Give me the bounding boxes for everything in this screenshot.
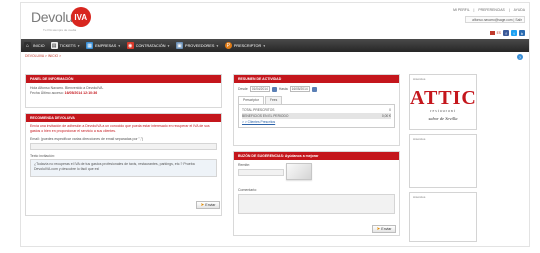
activity-panel: RESUMEN DE ACTIVIDAD Desde 01/04/2014 Ha…: [233, 74, 400, 146]
envelope-icon: [286, 163, 312, 180]
attic-tagline: sabor de Sevilla: [428, 116, 458, 121]
last-access-value: 16/05/2014 12:10:36: [64, 91, 98, 95]
ad-label: Anuncios: [413, 195, 426, 199]
date-range: Desde 01/04/2014 Hasta 16/05/2014: [238, 86, 395, 92]
email-label: Email: (puedes especificar varias direcc…: [30, 137, 144, 142]
user-email: alfonso.navarro@sage.com: [472, 17, 513, 22]
chevron-down-icon: ▼: [215, 43, 219, 48]
activity-tabs: Prescriptor Fees: [238, 96, 395, 104]
nav-item-inicio[interactable]: ⌂ INICIO: [24, 42, 45, 49]
language-label[interactable]: ES: [497, 31, 501, 35]
recommend-panel: RECOMIENDA DEVOLUIVA Envía una invitació…: [25, 113, 222, 216]
comment-label: Comentario:: [238, 188, 258, 192]
nav-item-tickets[interactable]: ▤ TICKETS ▼: [50, 42, 81, 49]
invitation-textarea[interactable]: ¿Todavía no recuperas el IVA de tus gast…: [30, 159, 217, 178]
brand-logo[interactable]: Devolu IVA: [31, 7, 91, 27]
comment-field[interactable]: [238, 194, 395, 214]
chevron-down-icon: ▼: [167, 43, 171, 48]
calendar-icon[interactable]: [311, 86, 317, 92]
activity-panel-title: RESUMEN DE ACTIVIDAD: [234, 75, 399, 83]
activity-stats: TOTAL PRESCRITOS 0 BENEFICIOS EN EL PERI…: [238, 104, 395, 128]
suggestions-panel-title: BUZÓN DE SUGERENCIAS: Ayúdanos a mejorar: [234, 152, 399, 160]
arrow-right-icon: ➤: [200, 202, 205, 207]
nav-label: TICKETS: [59, 43, 76, 48]
help-icon[interactable]: ?: [517, 54, 523, 60]
tab-fees[interactable]: Fees: [264, 96, 283, 104]
page-frame: Devolu IVA Tu IVA siempre de vuelta MI P…: [20, 2, 530, 247]
lang-social: ES f t b: [489, 30, 525, 36]
to-label: Hasta: [278, 86, 288, 91]
calendar-icon[interactable]: [271, 86, 277, 92]
top-links: MI PERFIL | PREFERENCIAS | AYUDA: [453, 8, 525, 12]
help-link[interactable]: AYUDA: [514, 8, 525, 12]
nav-label: EMPRESAS: [95, 43, 117, 48]
nav-label: CONTRATACIÓN: [135, 43, 166, 48]
email-field[interactable]: [30, 143, 217, 151]
from-date-input[interactable]: 01/04/2014: [249, 86, 270, 92]
nav-item-contratacion[interactable]: ◉ CONTRATACIÓN ▼: [126, 42, 171, 49]
nav-item-proveedores[interactable]: ▣ PROVEEDORES ▼: [176, 42, 219, 49]
attic-logo: ATTIC: [410, 87, 477, 109]
from-label: Desde: [238, 86, 248, 91]
brand-tagline: Tu IVA siempre de vuelta: [43, 28, 77, 32]
nav-item-prescriptor[interactable]: P PRESCRIPTOR ▼: [224, 42, 266, 49]
twitter-icon[interactable]: t: [511, 30, 517, 36]
prescribed-clients-link[interactable]: > > Clientes Prescritos: [242, 119, 391, 125]
nav-label: PRESCRIPTOR: [233, 43, 262, 48]
brand-name: Devolu: [31, 9, 73, 25]
ad-label: Anuncios: [413, 137, 426, 141]
facebook-icon[interactable]: f: [503, 30, 509, 36]
info-panel-title: PANEL DE INFORMACIÓN: [26, 75, 221, 83]
chevron-down-icon: ▼: [117, 43, 121, 48]
invitation-text: ¿Todavía no recuperas el IVA de tus gast…: [34, 162, 195, 171]
company-icon: ▦: [86, 42, 94, 49]
nav-item-empresas[interactable]: ▦ EMPRESAS ▼: [86, 42, 121, 49]
user-info: alfonso.navarro@sage.com | Salir: [465, 16, 525, 23]
chevron-down-icon: ▼: [262, 43, 266, 48]
send-label: Enviar: [381, 227, 392, 231]
send-invitation-button[interactable]: ➤ Enviar: [196, 201, 220, 209]
stat-value: 0,00 €: [381, 114, 391, 118]
logout-link[interactable]: Salir: [515, 18, 522, 22]
last-access-label: Fecha Último acceso:: [30, 91, 64, 95]
prescriptor-icon: P: [224, 42, 232, 49]
brand-badge: IVA: [70, 7, 91, 27]
suggestions-panel: BUZÓN DE SUGERENCIAS: Ayúdanos a mejorar…: [233, 151, 400, 236]
ad-label: Anuncios: [413, 77, 426, 81]
blog-icon[interactable]: b: [519, 30, 525, 36]
send-suggestion-button[interactable]: ➤ Enviar: [372, 225, 396, 233]
chevron-down-icon: ▼: [77, 43, 81, 48]
contract-icon: ◉: [126, 42, 134, 49]
main-navbar: ⌂ INICIO ▤ TICKETS ▼ ▦ EMPRESAS ▼ ◉ CONT…: [21, 39, 529, 52]
recommend-panel-title: RECOMIENDA DEVOLUIVA: [26, 114, 221, 122]
send-label: Enviar: [205, 203, 216, 207]
to-date-input[interactable]: 16/05/2014: [289, 86, 310, 92]
sender-label: Remite:: [238, 163, 251, 167]
spain-flag-icon[interactable]: [489, 31, 495, 35]
preferences-link[interactable]: PREFERENCIAS: [478, 8, 504, 12]
ticket-icon: ▤: [50, 42, 58, 49]
sender-field[interactable]: [238, 169, 284, 176]
tab-prescriptor[interactable]: Prescriptor: [238, 96, 264, 104]
nav-label: INICIO: [33, 43, 45, 48]
home-icon: ⌂: [24, 42, 31, 49]
arrow-right-icon: ➤: [376, 226, 381, 231]
ad-slot-2[interactable]: Anuncios: [409, 134, 477, 188]
nav-label: PROVEEDORES: [185, 43, 215, 48]
my-profile-link[interactable]: MI PERFIL: [453, 8, 469, 12]
suppliers-icon: ▣: [176, 42, 184, 49]
recommend-intro: Envía una invitación de adhesión a Devol…: [30, 124, 210, 133]
ad-attic[interactable]: Anuncios ATTIC restaurant sabor de Sevil…: [409, 74, 477, 130]
ad-slot-3[interactable]: Anuncios: [409, 192, 477, 242]
info-panel: PANEL DE INFORMACIÓN Hola Alfonso Navarr…: [25, 74, 222, 108]
breadcrumb[interactable]: DEVOLUIVA > INICIO >: [25, 54, 61, 58]
